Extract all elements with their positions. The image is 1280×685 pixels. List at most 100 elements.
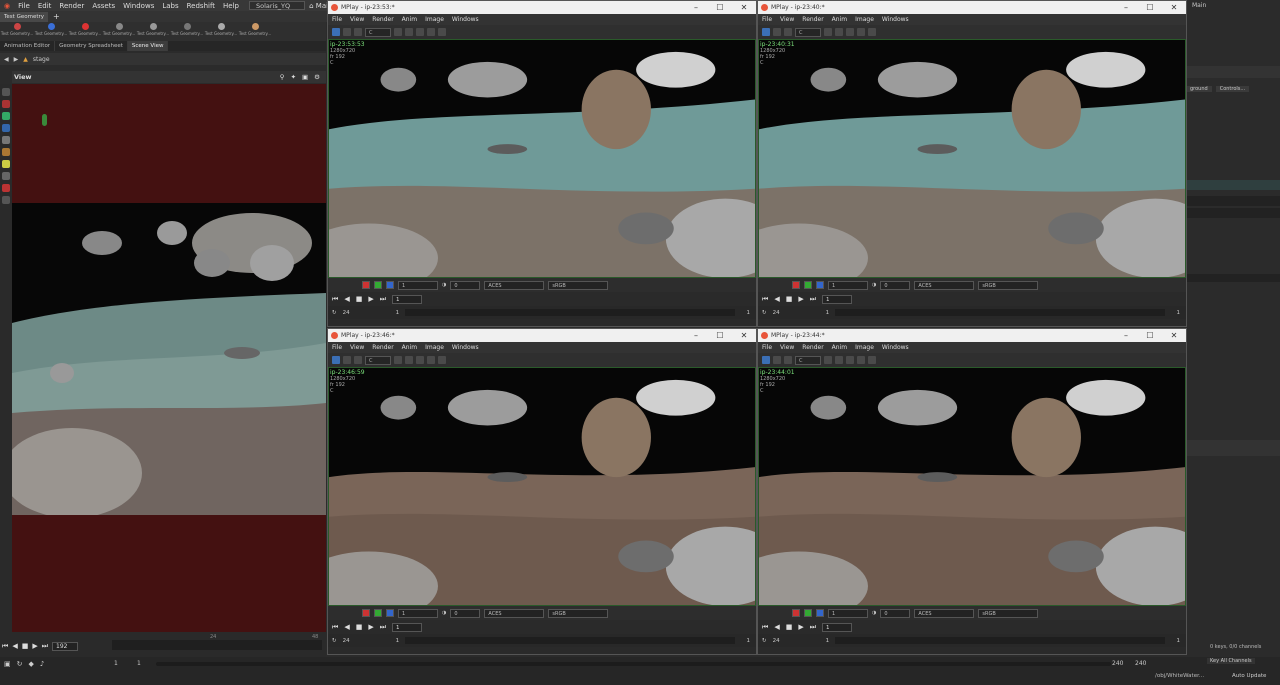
range-start[interactable]: 1 [826,638,830,644]
range-end[interactable]: 1 [1177,310,1181,316]
info-icon[interactable] [868,28,876,36]
mplay-menu-item[interactable]: Anim [828,344,851,351]
exposure-icon[interactable]: ◑ [442,282,446,288]
controls-button[interactable]: Controls... [1215,86,1250,92]
window-titlebar[interactable]: MPlay - ip-23:53:* – ☐ ✕ [328,1,756,14]
back-arrow-icon[interactable]: ◀ [4,56,9,63]
gamma-field[interactable]: 1 [398,280,438,290]
range-start[interactable]: 1 [826,310,830,316]
jump-end-icon[interactable]: ⏭ [380,295,386,304]
exposure-icon[interactable]: ◑ [442,610,446,616]
zoom-out-icon[interactable] [835,356,843,364]
auto-update-button[interactable]: Auto Update [1232,673,1266,679]
range-start[interactable]: 1 [114,660,118,667]
display-icon[interactable]: ▣ [302,73,308,81]
colorspace-select[interactable]: sRGB [978,608,1039,618]
compare-icon[interactable] [773,356,781,364]
jump-start-icon[interactable]: ⏮ [332,295,338,304]
mplay-menu-item[interactable]: Image [851,344,878,351]
colorspace-select[interactable]: sRGB [548,280,609,290]
shelf-tool-5[interactable]: Test Geometry... [136,22,170,41]
mplay-menu-item[interactable]: Image [421,344,448,351]
channel-select[interactable]: C [795,27,821,37]
step-back-icon[interactable]: ◀ [774,295,779,303]
zoom-in-icon[interactable] [824,356,832,364]
frame-field[interactable]: 1 [822,294,853,304]
window-titlebar[interactable]: MPlay - ip-23:46:* – ☐ ✕ [328,329,756,342]
exposure-field[interactable]: 0 [450,280,481,290]
colorspace-select[interactable]: sRGB [978,280,1039,290]
wipe-icon[interactable] [784,28,792,36]
view-tool-icon[interactable] [2,196,10,204]
mplay-menu-item[interactable]: Render [798,344,827,351]
gear-icon[interactable] [427,28,435,36]
step-back-icon[interactable]: ◀ [12,642,17,651]
mplay-menu-item[interactable]: Image [851,16,878,23]
stop-icon[interactable]: ■ [786,623,793,631]
fps-field[interactable]: 24 [343,638,350,644]
channel-select[interactable]: C [365,355,391,365]
jump-start-icon[interactable]: ⏮ [332,623,338,632]
gamma-field[interactable]: 1 [398,608,438,618]
jump-start-icon[interactable]: ⏮ [762,295,768,304]
gamma-field[interactable]: 1 [828,280,868,290]
wipe-icon[interactable] [354,28,362,36]
exposure-icon[interactable]: ◑ [872,610,876,616]
range-slider[interactable] [156,662,1111,666]
shelf-tool-3[interactable]: Test Geometry... [68,22,102,41]
stop-icon[interactable]: ■ [356,295,363,303]
gear-icon[interactable] [427,356,435,364]
step-back-icon[interactable]: ◀ [774,623,779,631]
mplay-menu-item[interactable]: Anim [398,16,421,23]
menu-help[interactable]: Help [219,2,243,10]
info-icon[interactable] [438,28,446,36]
close-icon[interactable]: ✕ [732,3,756,12]
menu-labs[interactable]: Labs [158,2,182,10]
range-start-2[interactable]: 1 [137,660,141,667]
fit-icon[interactable] [416,28,424,36]
jump-end-icon[interactable]: ⏭ [42,642,48,651]
context-label-right[interactable]: Main [1192,2,1206,9]
info-icon[interactable] [868,356,876,364]
stop-icon[interactable]: ■ [786,295,793,303]
mplay-menu-item[interactable]: File [328,344,346,351]
settings-icon[interactable]: ⚙ [314,73,320,81]
colorspace-select[interactable]: sRGB [548,608,609,618]
camera-icon[interactable]: ⚲ [280,73,285,81]
mplay-menu-item[interactable]: Windows [878,344,913,351]
blue-channel-icon[interactable] [386,281,394,289]
range-end[interactable]: 1 [1177,638,1181,644]
path-stage[interactable]: stage [33,56,50,63]
mplay-menu-item[interactable]: View [776,344,798,351]
zoom-out-icon[interactable] [405,28,413,36]
blue-channel-icon[interactable] [816,281,824,289]
play-icon[interactable]: ▶ [32,642,37,651]
stop-icon[interactable]: ■ [356,623,363,631]
range-end[interactable]: 240 [1112,660,1123,667]
loop-icon[interactable]: ↻ [762,310,767,316]
lut-select[interactable]: ACES [484,280,545,290]
play-icon[interactable]: ▶ [368,295,373,303]
fit-icon[interactable] [846,356,854,364]
move-tool-icon[interactable] [2,100,10,108]
key-icon[interactable]: ◆ [29,660,34,668]
menu-windows[interactable]: Windows [119,2,158,10]
frame-scrubber[interactable] [835,637,1165,644]
red-channel-icon[interactable] [362,281,370,289]
shelf-tool-1[interactable]: Test Geometry... [0,22,34,41]
exposure-icon[interactable]: ◑ [872,282,876,288]
zoom-out-icon[interactable] [405,356,413,364]
step-back-icon[interactable]: ◀ [344,623,349,631]
audio-icon[interactable]: ♪ [40,660,44,668]
minimize-icon[interactable]: – [684,3,708,12]
zoom-in-icon[interactable] [824,28,832,36]
jump-start-icon[interactable]: ⏮ [762,623,768,632]
range-end[interactable]: 1 [747,310,751,316]
info-icon[interactable] [438,356,446,364]
image-icon[interactable] [332,356,340,364]
exposure-field[interactable]: 0 [880,608,911,618]
light-icon[interactable]: ✦ [291,73,296,81]
mplay-menu-item[interactable]: File [758,16,776,23]
loop-icon[interactable]: ↻ [332,638,337,644]
shelf-tool-6[interactable]: Test Geometry... [170,22,204,41]
